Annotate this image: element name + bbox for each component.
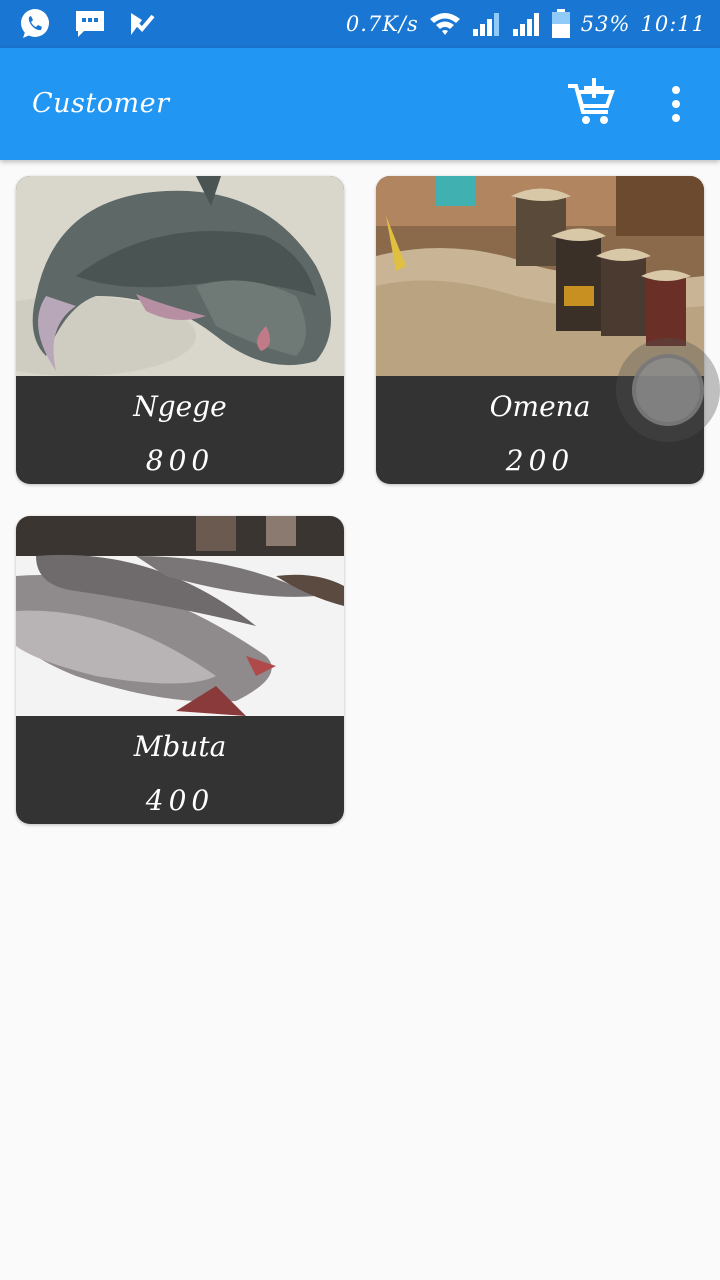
product-image-nile-perch xyxy=(16,516,344,716)
whatsapp-icon xyxy=(18,7,52,41)
product-price: 200 xyxy=(505,444,575,477)
touch-indicator xyxy=(632,354,704,426)
add-to-cart-button[interactable] xyxy=(566,78,616,128)
battery-percent: 53% xyxy=(580,12,631,36)
product-card[interactable]: Mbuta 400 xyxy=(16,516,344,824)
status-bar: 0.7K/s 53% 10:11 xyxy=(0,0,720,48)
more-vert-icon xyxy=(672,86,680,122)
wifi-icon xyxy=(429,11,461,37)
product-image-catfish xyxy=(16,176,344,376)
signal-icon-1 xyxy=(471,11,501,37)
battery-icon xyxy=(551,9,571,39)
message-icon xyxy=(74,9,106,39)
clock: 10:11 xyxy=(640,12,706,36)
product-name: Mbuta xyxy=(133,730,227,763)
product-name: Ngege xyxy=(133,390,227,423)
product-price: 400 xyxy=(145,784,215,817)
product-card[interactable]: Ngege 800 xyxy=(16,176,344,484)
app-bar: Customer xyxy=(0,48,720,160)
page-title: Customer xyxy=(32,88,170,119)
network-speed: 0.7K/s xyxy=(345,12,419,36)
product-price: 800 xyxy=(145,444,215,477)
checkmark-app-icon xyxy=(128,10,156,38)
more-options-button[interactable] xyxy=(664,84,688,124)
signal-icon-2 xyxy=(511,11,541,37)
add-to-cart-icon xyxy=(568,78,615,124)
